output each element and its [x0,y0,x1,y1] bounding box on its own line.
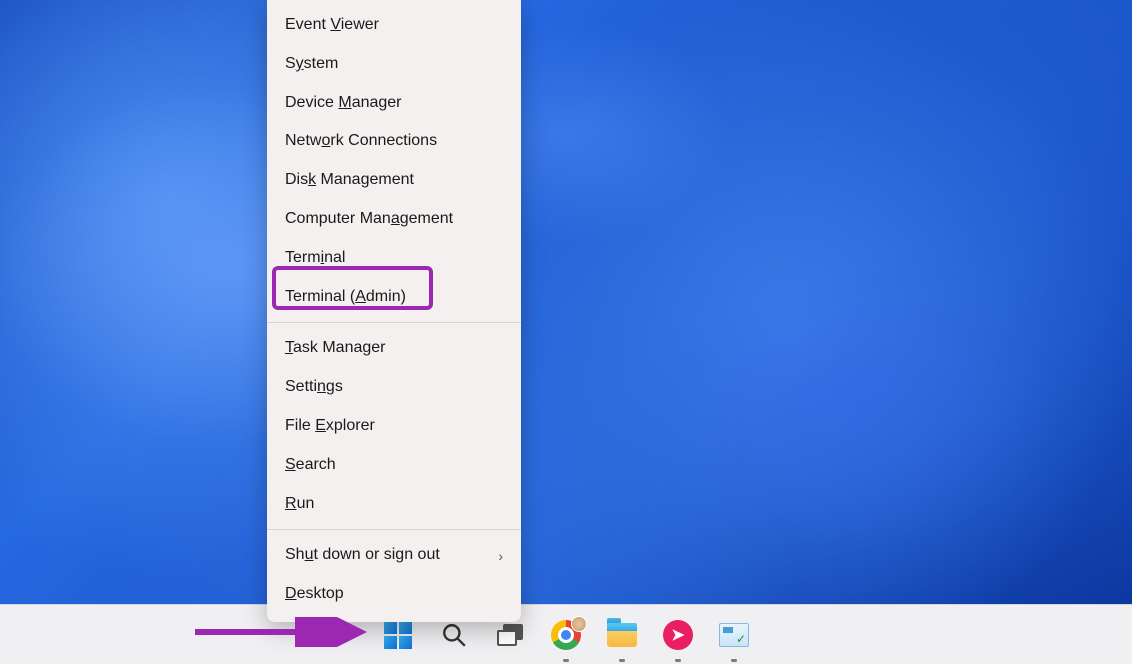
menu-item-event-viewer[interactable]: Event Viewer [267,6,521,45]
menu-item-disk-management[interactable]: Disk Management [267,161,521,200]
menu-group-tools: Event Viewer System Device Manager Netwo… [267,0,521,322]
menu-item-run[interactable]: Run [267,485,521,524]
screen-recorder-app[interactable]: ➤ [659,616,697,654]
control-panel-app[interactable] [715,616,753,654]
windows-logo-icon [384,621,412,649]
menu-item-search[interactable]: Search [267,446,521,485]
file-explorer-app[interactable] [603,616,641,654]
recorder-icon: ➤ [663,620,693,650]
menu-item-desktop[interactable]: Desktop [267,575,521,614]
search-icon [441,622,467,648]
chevron-right-icon: › [498,547,503,565]
control-panel-icon [719,623,749,647]
profile-avatar-badge [571,616,587,632]
menu-item-settings[interactable]: Settings [267,368,521,407]
menu-item-system[interactable]: System [267,45,521,84]
menu-item-terminal[interactable]: Terminal [267,239,521,278]
folder-icon [607,623,637,647]
desktop-wallpaper [0,0,1132,664]
task-view-icon [497,624,523,646]
chrome-icon [551,620,581,650]
menu-group-system: Task Manager Settings File Explorer Sear… [267,323,521,529]
winx-power-menu: Event Viewer System Device Manager Netwo… [267,0,521,622]
menu-item-network-connections[interactable]: Network Connections [267,122,521,161]
menu-group-power: Shut down or sign out › Desktop [267,530,521,620]
menu-item-shutdown[interactable]: Shut down or sign out › [267,536,521,575]
menu-item-terminal-admin[interactable]: Terminal (Admin) [267,278,521,317]
menu-item-device-manager[interactable]: Device Manager [267,84,521,123]
menu-item-file-explorer[interactable]: File Explorer [267,407,521,446]
taskbar: ➤ [0,604,1132,664]
menu-item-task-manager[interactable]: Task Manager [267,329,521,368]
menu-item-computer-management[interactable]: Computer Management [267,200,521,239]
chrome-app[interactable] [547,616,585,654]
